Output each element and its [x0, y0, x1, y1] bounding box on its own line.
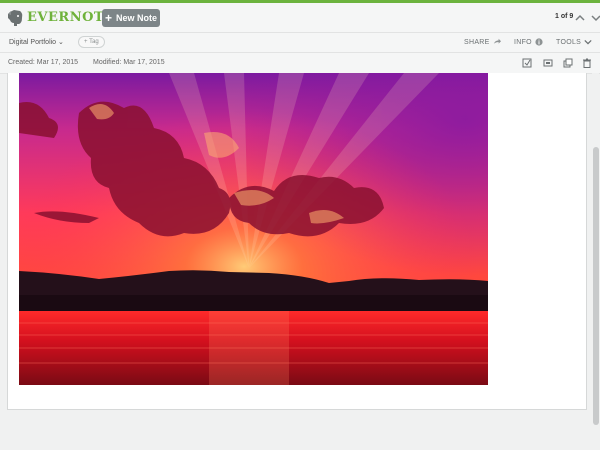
top-bar: EVERNOTE + New Note 1 of 9 — [0, 3, 600, 33]
tools-button[interactable]: TOOLS — [556, 38, 592, 46]
chevron-down-icon: ⌄ — [58, 39, 64, 46]
chevron-down-icon — [584, 39, 592, 45]
new-note-button[interactable]: + New Note — [102, 9, 160, 27]
evernote-elephant-icon[interactable] — [5, 8, 25, 28]
note-toolbar: Digital Portfolio ⌄ + Tag SHARE INFO TOO… — [0, 33, 600, 53]
scrollbar-thumb[interactable] — [593, 147, 599, 425]
sunset-image — [19, 73, 488, 385]
note-meta-bar: Created: Mar 17, 2015 Modified: Mar 17, … — [0, 53, 600, 74]
tools-label: TOOLS — [556, 38, 582, 46]
created-date: Created: Mar 17, 2015 — [8, 59, 79, 66]
note-pager: 1 of 9 — [555, 13, 574, 20]
chevron-up-icon[interactable] — [572, 10, 588, 26]
share-arrow-icon — [493, 38, 501, 44]
note-content[interactable] — [7, 73, 587, 410]
trash-icon[interactable] — [582, 58, 592, 68]
info-button[interactable]: INFO — [514, 38, 543, 46]
notebook-name: Digital Portfolio — [9, 39, 57, 46]
info-label: INFO — [514, 38, 532, 46]
chevron-down-icon[interactable] — [588, 10, 600, 26]
add-tag-button[interactable]: + Tag — [78, 36, 105, 48]
share-label: SHARE — [464, 38, 490, 46]
plus-icon: + — [104, 11, 112, 25]
modified-date: Modified: Mar 17, 2015 — [93, 59, 165, 66]
reminder-icon[interactable] — [522, 58, 532, 68]
new-note-label: New Note — [116, 13, 158, 23]
share-button[interactable]: SHARE — [464, 38, 501, 46]
info-icon — [535, 38, 543, 46]
present-icon[interactable] — [543, 58, 553, 68]
copy-icon[interactable] — [563, 58, 573, 68]
notebook-selector[interactable]: Digital Portfolio ⌄ — [9, 38, 64, 46]
sunset-photo — [19, 73, 488, 385]
